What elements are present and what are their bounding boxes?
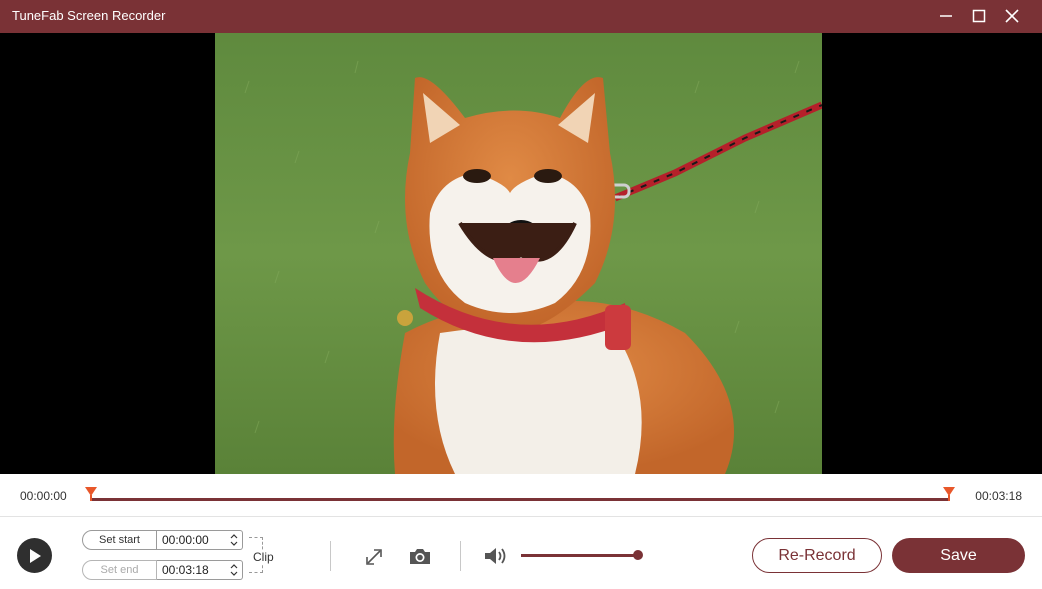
total-time: 00:03:18 bbox=[975, 489, 1022, 503]
fullscreen-button[interactable] bbox=[363, 546, 385, 568]
close-button[interactable] bbox=[998, 4, 1026, 28]
set-end-button[interactable]: Set end bbox=[82, 560, 157, 580]
end-time-input[interactable]: 00:03:18 bbox=[157, 560, 243, 580]
camera-icon bbox=[410, 549, 430, 564]
set-start-row: Set start 00:00:00 bbox=[82, 530, 243, 550]
separator bbox=[330, 541, 331, 571]
current-time: 00:00:00 bbox=[20, 489, 67, 503]
speaker-icon bbox=[485, 548, 506, 564]
set-start-button[interactable]: Set start bbox=[82, 530, 157, 550]
minimize-button[interactable] bbox=[932, 4, 960, 28]
minimize-icon bbox=[940, 15, 952, 17]
video-preview[interactable] bbox=[0, 33, 1042, 474]
timeline-bar: 00:00:00 00:03:18 bbox=[0, 474, 1042, 517]
volume-slider-knob[interactable] bbox=[633, 550, 643, 560]
end-time-spinner-icon[interactable] bbox=[230, 563, 238, 577]
separator bbox=[460, 541, 461, 571]
timeline-track[interactable] bbox=[91, 498, 949, 501]
control-bar: Set start 00:00:00 Set end 00:03:18 Clip bbox=[0, 517, 1042, 589]
clip-button[interactable]: Clip bbox=[253, 550, 276, 564]
end-time-value: 00:03:18 bbox=[162, 563, 209, 577]
start-time-value: 00:00:00 bbox=[162, 533, 209, 547]
play-button[interactable] bbox=[17, 538, 52, 573]
start-time-spinner-icon[interactable] bbox=[230, 533, 238, 547]
set-end-row: Set end 00:03:18 bbox=[82, 560, 243, 580]
close-icon bbox=[1005, 9, 1019, 23]
title-bar: TuneFab Screen Recorder bbox=[0, 0, 1042, 33]
maximize-button[interactable] bbox=[965, 4, 993, 28]
start-trim-handle[interactable] bbox=[85, 487, 97, 501]
window-title: TuneFab Screen Recorder bbox=[12, 8, 166, 23]
snapshot-button[interactable] bbox=[407, 545, 433, 567]
volume-button[interactable] bbox=[483, 545, 509, 567]
save-button[interactable]: Save bbox=[892, 538, 1025, 573]
expand-arrows-icon bbox=[366, 549, 382, 565]
re-record-button[interactable]: Re-Record bbox=[752, 538, 882, 573]
maximize-icon bbox=[972, 9, 986, 23]
start-time-input[interactable]: 00:00:00 bbox=[157, 530, 243, 550]
volume-slider[interactable] bbox=[521, 554, 638, 557]
end-trim-handle[interactable] bbox=[943, 487, 955, 501]
dog-video-image bbox=[215, 33, 822, 474]
play-icon bbox=[29, 548, 41, 563]
video-frame bbox=[215, 33, 822, 474]
